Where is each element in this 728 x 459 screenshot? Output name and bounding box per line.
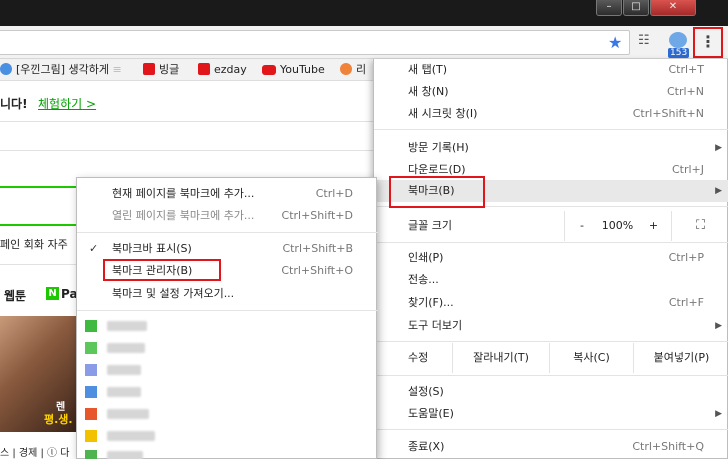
bookmark-entry[interactable]	[85, 406, 165, 422]
menu-separator	[374, 429, 728, 430]
copy-button[interactable]: 복사(C)	[549, 343, 633, 373]
bookmark-favicon-icon	[198, 63, 210, 75]
bookmark-favicon-icon	[85, 408, 97, 420]
chrome-menu-button[interactable]: ⋮	[693, 27, 723, 58]
phrase-text: 페인 회화 자주	[0, 238, 68, 251]
menu-item-print[interactable]: 인쇄(P) Ctrl+P	[374, 247, 728, 269]
highlight-bookmark-manager	[103, 259, 221, 281]
bookmark-item[interactable]: 리	[340, 61, 366, 79]
bookmark-entry[interactable]	[85, 428, 165, 444]
menu-separator	[77, 232, 378, 233]
menu-item-incognito[interactable]: 새 시크릿 창(I) Ctrl+Shift+N	[374, 103, 728, 125]
cut-button[interactable]: 잘라내기(T)	[452, 343, 549, 373]
menu-separator	[77, 310, 378, 311]
menu-item-history[interactable]: 방문 기록(H) ▶	[374, 137, 728, 159]
bookmark-item[interactable]: [우낀그림] 생각하게 ≡	[0, 61, 122, 79]
bookmark-favicon-icon	[340, 63, 352, 75]
menu-separator	[374, 242, 728, 243]
bookmark-item[interactable]: YouTube	[262, 61, 325, 79]
menu-item-settings[interactable]: 설정(S)	[374, 381, 728, 403]
submenu-item-import-bookmarks[interactable]: 북마크 및 설정 가져오기...	[77, 283, 378, 305]
zoom-in-button[interactable]: +	[636, 211, 671, 241]
news-categories[interactable]: 스 | 경제 | ⓛ 다	[0, 444, 69, 459]
menu-item-cast[interactable]: 전송...	[374, 269, 728, 291]
bookmark-item[interactable]: ezday	[198, 61, 247, 79]
bookmark-favicon-icon	[85, 364, 97, 376]
promo-link[interactable]: 체험하기 >	[38, 95, 96, 112]
nav-webtoon[interactable]: 웹툰	[4, 287, 26, 304]
bookmark-entry[interactable]	[85, 362, 165, 378]
bookmark-favicon-icon	[143, 63, 155, 75]
highlight-bookmarks	[389, 176, 485, 208]
bookmark-favicon-icon	[85, 342, 97, 354]
bookmark-star-icon[interactable]: ★	[608, 33, 622, 52]
zoom-row: 글꼴 크기 - 100% + ⛶	[374, 211, 728, 241]
reader-list-icon[interactable]: ☷	[638, 33, 650, 48]
submenu-item-bookmark-this-page[interactable]: 현재 페이지를 북마크에 추가... Ctrl+D	[77, 183, 378, 205]
menu-separator	[374, 341, 728, 342]
bookmark-favicon-icon	[0, 63, 12, 75]
chrome-main-menu: 새 탭(T) Ctrl+T 새 창(N) Ctrl+N 새 시크릿 창(I) Ctrl…	[373, 59, 728, 459]
bookmark-entry[interactable]	[85, 340, 165, 356]
extension-badge: 153	[668, 48, 690, 58]
maximize-button[interactable]: □	[623, 0, 649, 16]
zoom-out-button[interactable]: -	[564, 211, 599, 241]
menu-item-find[interactable]: 찾기(F)... Ctrl+F	[374, 292, 728, 314]
submenu-item-show-bookmarks-bar[interactable]: ✓ 북마크바 표시(S) Ctrl+Shift+B	[77, 238, 378, 260]
menu-item-new-tab[interactable]: 새 탭(T) Ctrl+T	[374, 59, 728, 81]
menu-item-exit[interactable]: 종료(X) Ctrl+Shift+Q	[374, 436, 728, 458]
close-window-button[interactable]: ✕	[650, 0, 696, 16]
bookmark-submenu: 현재 페이지를 북마크에 추가... Ctrl+D 열린 페이지를 북마크에 추가…	[76, 177, 378, 459]
bookmark-entry[interactable]	[85, 318, 165, 334]
menu-separator	[374, 129, 728, 130]
divider	[0, 150, 380, 151]
edit-label: 수정	[408, 351, 429, 364]
fullscreen-icon[interactable]: ⛶	[671, 211, 728, 241]
youtube-icon	[262, 65, 276, 75]
bookmark-entry[interactable]	[85, 384, 165, 400]
bookmark-favicon-icon	[85, 320, 97, 332]
bookmark-item[interactable]: 빙글	[143, 61, 179, 79]
ad-text: 평.생.	[44, 413, 73, 426]
promo-text: 니다!	[0, 97, 28, 111]
menu-item-help[interactable]: 도움말(E) ▶	[374, 403, 728, 425]
naver-pay-icon: N	[46, 287, 59, 300]
divider	[0, 121, 380, 122]
paste-button[interactable]: 붙여넣기(P)	[633, 343, 728, 373]
submenu-item-bookmark-open-pages[interactable]: 열린 페이지를 북마크에 추가... Ctrl+Shift+D	[77, 205, 378, 227]
bookmark-favicon-icon	[85, 430, 97, 442]
extension-icon[interactable]	[669, 32, 687, 48]
menu-item-more-tools[interactable]: 도구 더보기 ▶	[374, 315, 728, 337]
zoom-label: 글꼴 크기	[408, 219, 452, 232]
bookmark-entry[interactable]	[85, 448, 165, 459]
address-bar[interactable]	[0, 30, 630, 55]
menu-separator	[374, 375, 728, 376]
bookmark-favicon-icon	[85, 450, 97, 459]
menu-item-new-window[interactable]: 새 창(N) Ctrl+N	[374, 81, 728, 103]
check-icon: ✓	[89, 242, 99, 255]
bookmark-favicon-icon	[85, 386, 97, 398]
edit-row: 수정 잘라내기(T) 복사(C) 붙여넣기(P)	[374, 343, 728, 373]
minimize-button[interactable]: –	[596, 0, 622, 16]
zoom-value: 100%	[601, 219, 634, 232]
